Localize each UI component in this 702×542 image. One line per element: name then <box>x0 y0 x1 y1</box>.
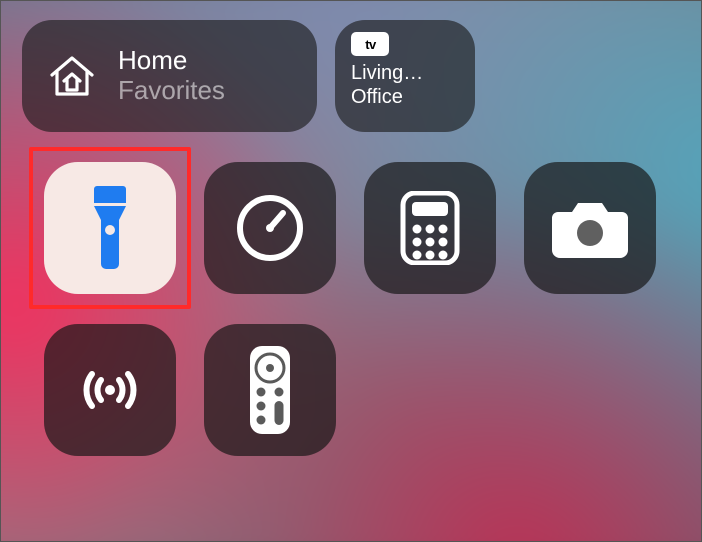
home-title: Home <box>118 46 225 76</box>
tv-line-1: Living… <box>351 62 459 86</box>
calculator-icon <box>400 191 460 265</box>
control-center: Home Favorites tv Living… Office <box>0 0 702 542</box>
tv-badge-text: tv <box>365 37 376 52</box>
remote-tile[interactable] <box>204 324 336 456</box>
apple-tv-badge-icon: tv <box>351 32 389 56</box>
tv-line-2: Office <box>351 86 459 110</box>
home-icon <box>44 48 100 104</box>
calculator-tile[interactable] <box>364 162 496 294</box>
timer-icon <box>233 191 307 265</box>
nfc-tile[interactable] <box>44 324 176 456</box>
controls-grid <box>22 162 680 456</box>
top-row: Home Favorites tv Living… Office <box>22 20 680 132</box>
timer-tile[interactable] <box>204 162 336 294</box>
home-text: Home Favorites <box>118 46 225 106</box>
camera-tile[interactable] <box>524 162 656 294</box>
apple-tv-tile[interactable]: tv Living… Office <box>335 20 475 132</box>
apple-tv-remote-icon <box>248 344 292 436</box>
flashlight-tile[interactable] <box>44 162 176 294</box>
flashlight-icon <box>85 186 135 270</box>
nfc-icon <box>74 354 146 426</box>
camera-icon <box>550 196 630 260</box>
home-subtitle: Favorites <box>118 76 225 106</box>
home-tile[interactable]: Home Favorites <box>22 20 317 132</box>
